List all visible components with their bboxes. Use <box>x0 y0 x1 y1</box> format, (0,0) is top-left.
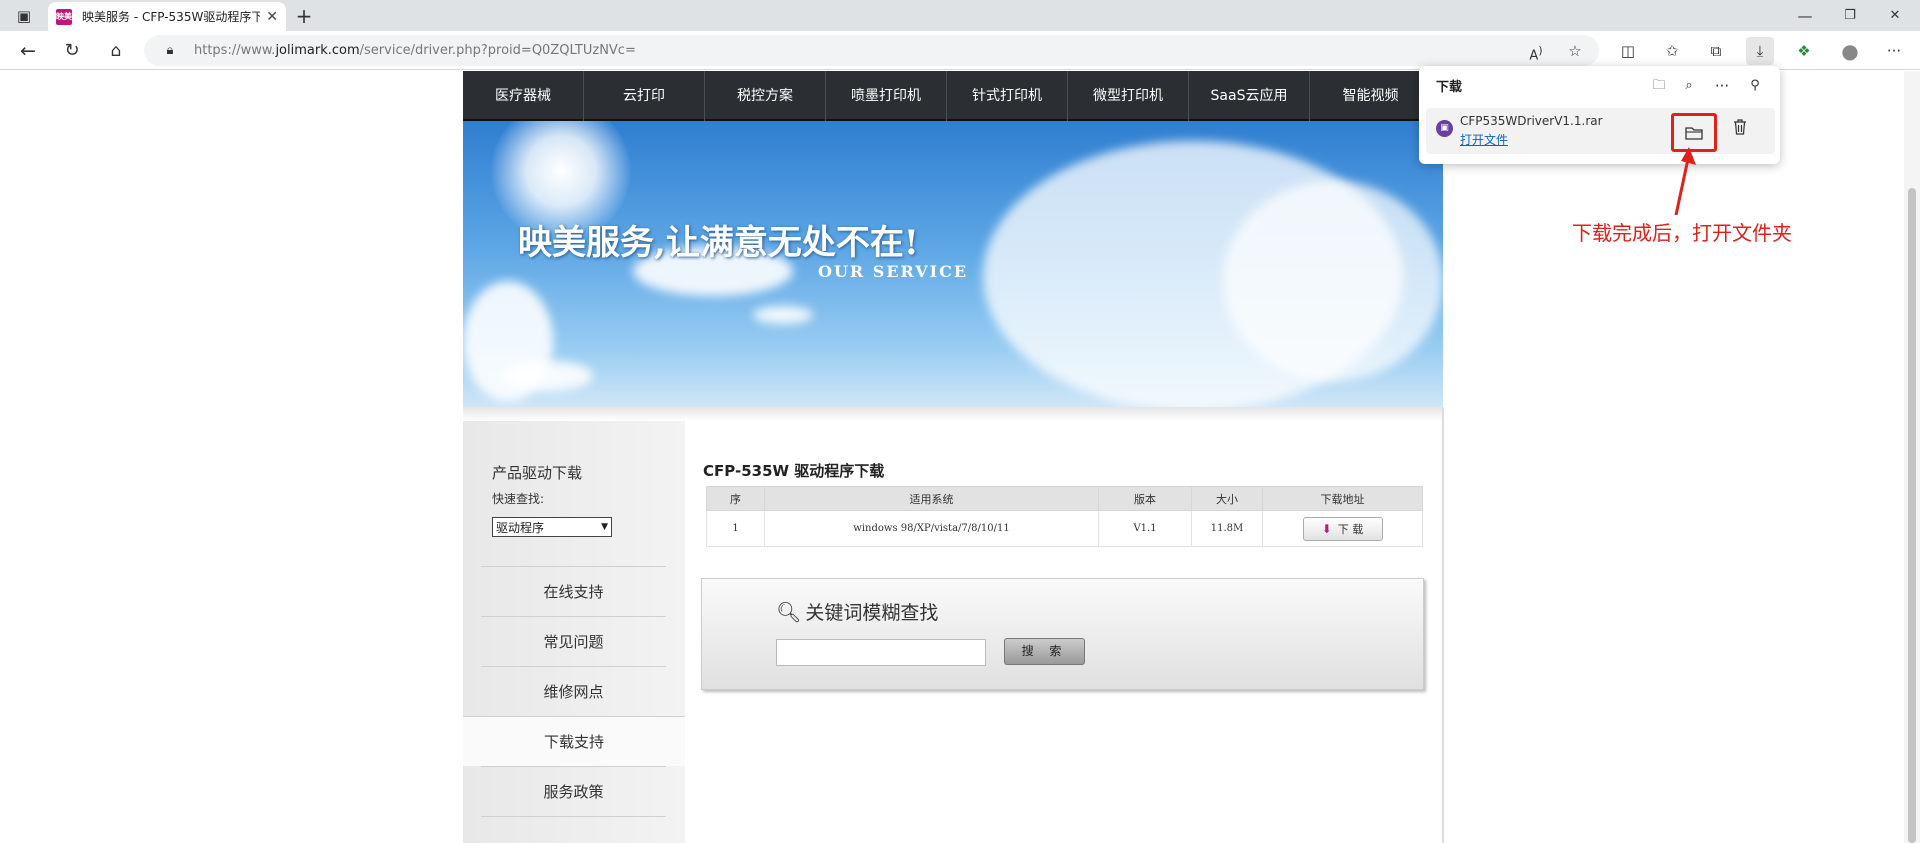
close-window-button[interactable]: ✕ <box>1881 2 1909 30</box>
quick-find-label: 快速查找: <box>492 492 545 506</box>
profile-icon[interactable]: ● <box>1836 37 1864 65</box>
sidebar-item-online-support[interactable]: 在线支持 <box>481 566 666 616</box>
row-system: windows 98/XP/vista/7/8/10/11 <box>764 510 1099 547</box>
pin-icon[interactable]: ⚲ <box>1741 72 1769 100</box>
site-info-icon[interactable]: 🔒︎ <box>156 37 184 65</box>
magnifier-icon: 🔍︎ <box>776 599 802 624</box>
split-screen-icon[interactable]: ◫ <box>1614 37 1642 65</box>
minimize-button[interactable]: — <box>1791 2 1819 30</box>
column-header: 适用系统 <box>764 486 1099 511</box>
row-version: V1.1 <box>1098 510 1192 547</box>
scrollbar-thumb[interactable] <box>1908 188 1916 843</box>
reload-icon[interactable]: ↻ <box>58 37 86 65</box>
archive-file-icon: ▣ <box>1436 120 1453 137</box>
nav-item[interactable]: 税控方案 <box>705 71 826 121</box>
download-button[interactable]: ⬇ 下 载 <box>1302 516 1383 541</box>
column-header: 下载地址 <box>1262 486 1423 511</box>
search-input[interactable] <box>776 639 986 666</box>
favorite-icon[interactable]: ☆ <box>1561 37 1589 65</box>
more-icon[interactable]: ··· <box>1880 37 1908 65</box>
restore-button[interactable]: ❐ <box>1836 2 1864 30</box>
collections-icon[interactable]: ⧉ <box>1702 37 1730 65</box>
nav-item[interactable]: 微型打印机 <box>1068 71 1189 121</box>
new-tab-icon[interactable]: + <box>290 2 318 30</box>
folder-icon <box>1685 126 1703 140</box>
sidebar-toggle-icon[interactable]: ▣ <box>10 2 38 30</box>
favorites-icon[interactable]: ✩ <box>1658 37 1686 65</box>
sidebar-item-policy[interactable]: 服务政策 <box>481 766 666 816</box>
keyword-search-panel <box>701 578 1424 690</box>
download-file-name: CFP535WDriverV1.1.rar <box>1460 114 1603 128</box>
open-downloads-folder-icon[interactable]: 🗀︎ <box>1645 72 1673 100</box>
nav-item[interactable]: SaaS云应用 <box>1189 71 1310 121</box>
sidebar-title: 产品驱动下载 <box>492 464 583 482</box>
row-number: 1 <box>706 510 765 547</box>
search-title: 🔍︎ 关键词模糊查找 <box>776 599 939 625</box>
row-size: 11.8M <box>1191 510 1263 547</box>
sidebar-item-repair-points[interactable]: 维修网点 <box>481 666 666 716</box>
tab-strip: ▣ 映美 映美服务 - CFP-535W驱动程序下 ✕ + — ❐ ✕ <box>0 0 1920 31</box>
sidebar-item-faq[interactable]: 常见问题 <box>481 616 666 666</box>
close-tab-icon[interactable]: ✕ <box>266 9 278 25</box>
annotation-text: 下载完成后，打开文件夹 <box>1572 221 1792 245</box>
column-header: 大小 <box>1191 486 1263 511</box>
site-nav: 医疗器械 云打印 税控方案 喷墨打印机 针式打印机 微型打印机 SaaS云应用 … <box>463 71 1443 121</box>
nav-item[interactable]: 医疗器械 <box>463 71 584 121</box>
delete-download-button[interactable] <box>1725 115 1755 145</box>
driver-title: CFP-535W 驱动程序下载 <box>703 462 885 480</box>
search-button[interactable]: 搜 索 <box>1004 638 1085 665</box>
banner: 映美服务,让满意无处不在! OUR SERVICE <box>463 121 1443 407</box>
download-arrow-icon: ⬇ <box>1321 521 1332 536</box>
home-icon[interactable]: ⌂ <box>102 37 130 65</box>
extensions-icon[interactable]: ❖ <box>1790 37 1818 65</box>
driver-table: 序 适用系统 版本 大小 下载地址 1 windows 98/XP/vista/… <box>706 486 1423 547</box>
category-select[interactable]: 驱动程序 ▼ <box>492 517 612 537</box>
read-aloud-icon[interactable]: A) <box>1522 37 1550 65</box>
column-header: 序 <box>706 486 765 511</box>
open-file-link[interactable]: 打开文件 <box>1460 131 1508 148</box>
nav-item[interactable]: 云打印 <box>584 71 705 121</box>
nav-item[interactable]: 智能视频 <box>1310 71 1431 121</box>
nav-item[interactable]: 针式打印机 <box>947 71 1068 121</box>
downloads-title: 下载 <box>1436 80 1463 95</box>
table-row: 1 windows 98/XP/vista/7/8/10/11 V1.1 11.… <box>706 510 1423 547</box>
favicon: 映美 <box>56 8 72 25</box>
banner-subtitle: OUR SERVICE <box>818 262 969 281</box>
downloads-icon[interactable]: ⤓ <box>1746 37 1774 65</box>
sidebar-item-download[interactable]: 下载支持 <box>463 716 685 766</box>
column-header: 版本 <box>1098 486 1192 511</box>
search-downloads-icon[interactable]: ⌕ <box>1675 72 1703 100</box>
tab-title: 映美服务 - CFP-535W驱动程序下 <box>82 10 261 24</box>
back-icon[interactable]: ← <box>14 37 42 65</box>
annotation-arrow <box>1674 147 1696 215</box>
trash-icon <box>1734 119 1746 135</box>
nav-item[interactable]: 喷墨打印机 <box>826 71 947 121</box>
chevron-down-icon: ▼ <box>601 522 608 532</box>
table-header-row: 序 适用系统 版本 大小 下载地址 <box>706 486 1423 511</box>
banner-slogan: 映美服务,让满意无处不在! <box>518 223 919 263</box>
browser-tab[interactable]: 映美 映美服务 - CFP-535W驱动程序下 ✕ <box>48 2 286 31</box>
more-options-icon[interactable]: ··· <box>1708 72 1736 100</box>
url-text[interactable]: https://www.jolimark.com/service/driver.… <box>194 43 636 58</box>
